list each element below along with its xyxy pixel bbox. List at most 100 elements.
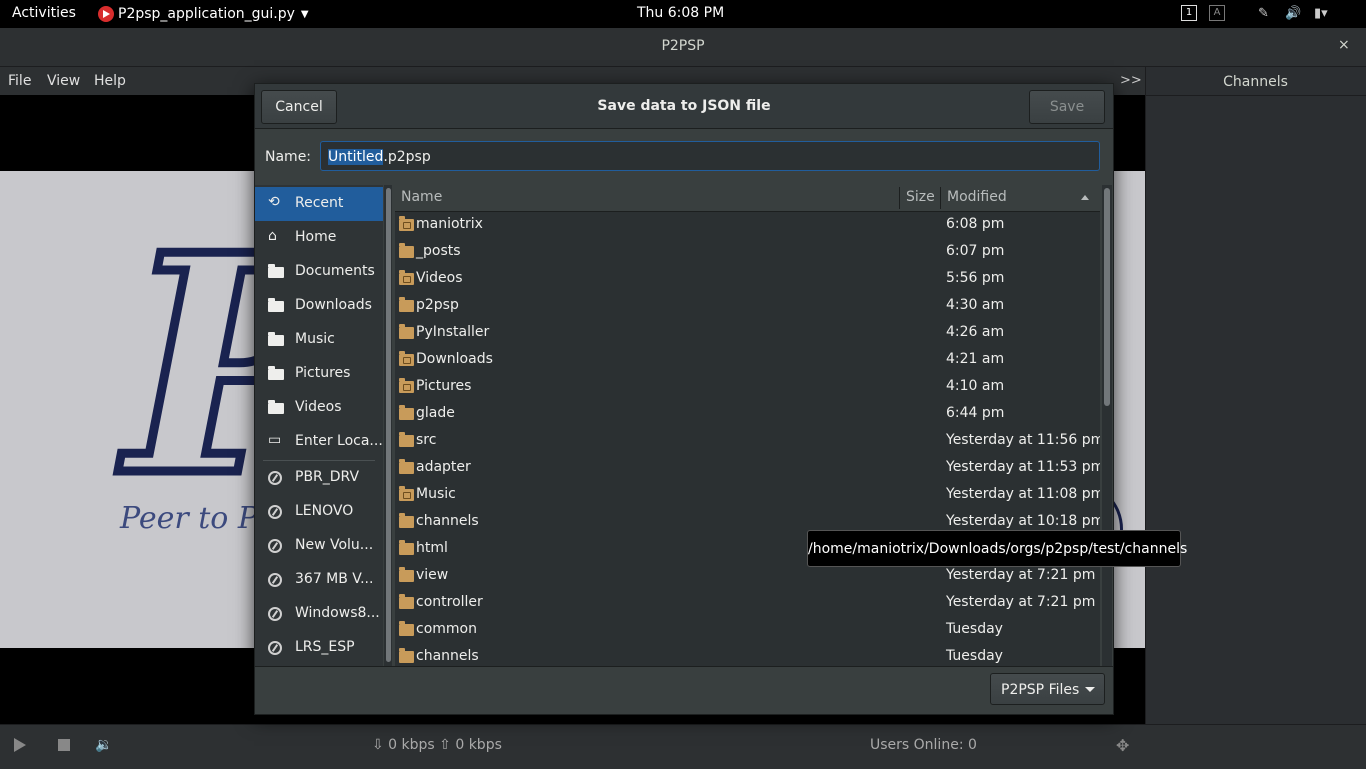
app-menu-label: P2psp_application_gui.py	[118, 6, 295, 22]
places-item[interactable]: New Volu...	[255, 529, 383, 563]
file-name: _posts	[416, 243, 461, 259]
file-list: Name Size Modified maniotrix 6:08 pm _post…	[395, 185, 1100, 666]
file-row[interactable]: controller Yesterday at 7:21 pm	[395, 590, 1100, 617]
places-sidebar: ⟲ Recent ⌂ Home Documents Downloads Music Pictu…	[255, 185, 383, 666]
file-name: Music	[416, 486, 456, 502]
file-row[interactable]: src Yesterday at 11:56 pm	[395, 428, 1100, 455]
app-menu[interactable]: P2psp_application_gui.py ▼	[98, 0, 309, 28]
path-tooltip: /home/maniotrix/Downloads/orgs/p2psp/tes…	[807, 530, 1187, 567]
file-row[interactable]: common Tuesday	[395, 617, 1100, 644]
places-item-label: PBR_DRV	[295, 469, 360, 485]
filename-input[interactable]: Untitled.p2psp	[320, 141, 1100, 171]
folder-icon	[399, 513, 414, 528]
close-icon[interactable]: ×	[1338, 37, 1350, 53]
pen-icon[interactable]: ✎	[1258, 6, 1269, 21]
bottom-bar	[0, 724, 1366, 769]
recent-icon: ⟲	[268, 194, 280, 210]
places-item[interactable]: Downloads	[255, 289, 383, 323]
file-modified: Yesterday at 11:53 pm	[946, 459, 1100, 475]
stop-icon[interactable]	[58, 739, 70, 751]
file-row[interactable]: PyInstaller 4:26 am	[395, 320, 1100, 347]
file-modified: Tuesday	[946, 621, 1003, 637]
places-item[interactable]: 367 MB V...	[255, 563, 383, 597]
file-row[interactable]: p2psp 4:30 am	[395, 293, 1100, 320]
menu-help[interactable]: Help	[94, 73, 126, 89]
folder-icon	[399, 243, 414, 258]
folder-icon	[399, 432, 414, 447]
places-item[interactable]: LENOVO	[255, 495, 383, 529]
column-modified[interactable]: Modified	[947, 189, 1007, 205]
save-dialog: Save data to JSON file Cancel Save Name:…	[254, 83, 1114, 715]
places-item[interactable]: Pictures	[255, 357, 383, 391]
volume-icon[interactable]: 🔊	[1285, 6, 1301, 21]
folder-icon	[268, 264, 284, 278]
battery-icon[interactable]: ▮▾	[1314, 6, 1328, 21]
places-item[interactable]: ⟲ Recent	[255, 187, 383, 221]
file-row[interactable]: adapter Yesterday at 11:53 pm	[395, 455, 1100, 482]
file-row[interactable]: _posts 6:07 pm	[395, 239, 1100, 266]
file-row[interactable]: Music Yesterday at 11:08 pm	[395, 482, 1100, 509]
activities-button[interactable]: Activities	[12, 5, 76, 21]
places-scrollbar-thumb[interactable]	[386, 188, 391, 662]
file-modified: Yesterday at 11:56 pm	[946, 432, 1100, 448]
fullscreen-icon[interactable]: ✥	[1116, 736, 1129, 755]
drive-icon	[268, 607, 282, 621]
cancel-button[interactable]: Cancel	[261, 90, 337, 124]
file-name: view	[416, 567, 449, 583]
folder-icon	[268, 400, 284, 414]
file-row[interactable]: Videos 5:56 pm	[395, 266, 1100, 293]
file-row[interactable]: channels Tuesday	[395, 644, 1100, 666]
places-item[interactable]: Windows8...	[255, 597, 383, 631]
file-name: glade	[416, 405, 455, 421]
folder-icon	[399, 351, 414, 366]
clock[interactable]: Thu 6:08 PM	[637, 5, 724, 21]
places-item-label: New Volu...	[295, 537, 374, 553]
menu-view[interactable]: View	[47, 73, 80, 89]
logo-tagline: Peer to Pe	[120, 501, 275, 536]
column-size[interactable]: Size	[906, 189, 935, 205]
input-method-indicator[interactable]: A	[1209, 5, 1225, 21]
places-item-label: Downloads	[295, 297, 372, 313]
save-button[interactable]: Save	[1029, 90, 1105, 124]
file-filter-dropdown[interactable]: P2PSP Files	[990, 673, 1105, 705]
file-modified: 4:21 am	[946, 351, 1005, 367]
folder-icon	[399, 567, 414, 582]
users-online: Users Online: 0	[870, 737, 977, 753]
channels-title: Channels	[1223, 74, 1288, 90]
places-item-label: Enter Loca...	[295, 433, 383, 449]
file-name: maniotrix	[416, 216, 483, 232]
file-name: adapter	[416, 459, 471, 475]
play-icon[interactable]	[14, 738, 26, 752]
places-item[interactable]: Documents	[255, 255, 383, 289]
places-item[interactable]: ▭ Enter Loca...	[255, 425, 383, 459]
sort-ascending-icon[interactable]	[1081, 195, 1089, 200]
folder-icon	[399, 324, 414, 339]
folder-icon	[399, 594, 414, 609]
places-item-label: LENOVO	[295, 503, 354, 519]
file-modified: 6:07 pm	[946, 243, 1005, 259]
file-modified: Yesterday at 11:08 pm	[946, 486, 1100, 502]
expand-panel-button[interactable]: >>	[1120, 73, 1142, 88]
file-row[interactable]: maniotrix 6:08 pm	[395, 212, 1100, 239]
places-item[interactable]: PBR_DRV	[255, 461, 383, 495]
file-modified: Yesterday at 7:21 pm	[946, 567, 1096, 583]
places-item[interactable]: Music	[255, 323, 383, 357]
file-row[interactable]: Downloads 4:21 am	[395, 347, 1100, 374]
transfer-speed: ⇩ 0 kbps ⇧ 0 kbps	[372, 737, 502, 753]
volume-control-icon[interactable]: 🔉	[95, 737, 112, 753]
column-name[interactable]: Name	[401, 189, 442, 205]
file-modified: Yesterday at 10:18 pm	[946, 513, 1100, 529]
window-titlebar: P2PSP ×	[0, 28, 1366, 67]
menu-file[interactable]: File	[8, 73, 31, 89]
file-row[interactable]: Pictures 4:10 am	[395, 374, 1100, 401]
places-item-label: LRS_ESP	[295, 639, 355, 655]
file-row[interactable]: glade 6:44 pm	[395, 401, 1100, 428]
file-list-scrollbar-thumb[interactable]	[1104, 188, 1110, 406]
channels-panel	[1145, 67, 1366, 724]
places-item[interactable]: ⌂ Home	[255, 221, 383, 255]
folder-icon	[399, 621, 414, 636]
workspace-indicator[interactable]: 1	[1181, 5, 1197, 21]
places-item[interactable]: Videos	[255, 391, 383, 425]
folder-icon	[399, 486, 414, 501]
places-item[interactable]: LRS_ESP	[255, 631, 383, 665]
